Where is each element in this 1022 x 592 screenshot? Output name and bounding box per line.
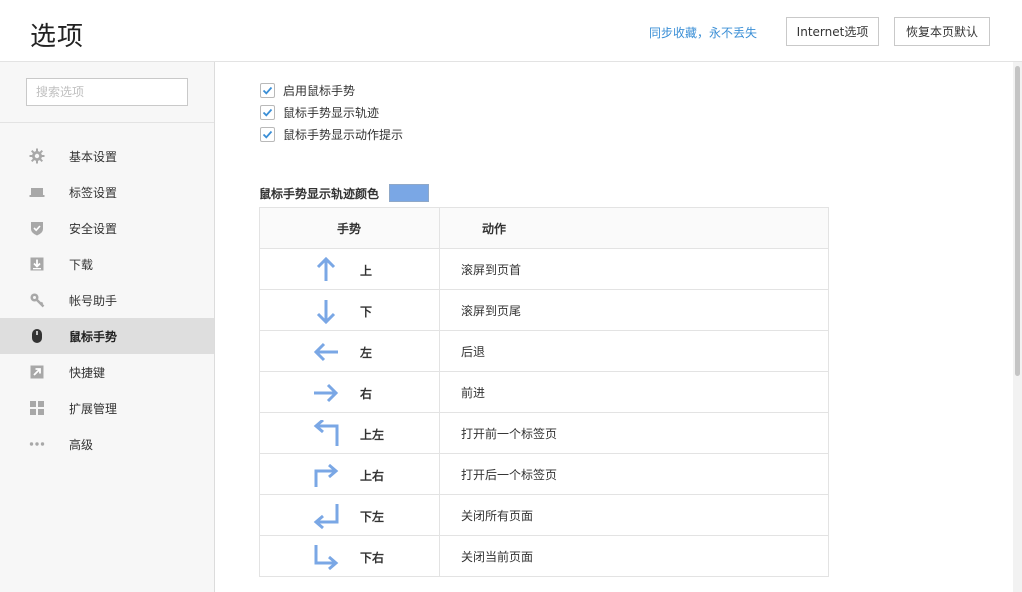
header: 选项 同步收藏，永不丢失 Internet选项 恢复本页默认 [0,0,1022,62]
sidebar-item-download[interactable]: 下载 [0,246,214,282]
sidebar-item-label: 标签设置 [69,186,118,200]
action-cell: 打开前一个标签页 [439,412,829,454]
table-row: 下 滚屏到页尾 [259,289,829,331]
more-icon [29,442,45,446]
sidebar-item-label: 快捷键 [69,366,106,380]
gesture-cell: 右 [259,371,440,413]
gear-icon [29,148,45,164]
gesture-name: 下右 [360,551,385,565]
gesture-table: 手势 动作 上 滚屏到页首 下 滚屏到页尾 左 后退 右 前进 上左 打开前一个… [259,207,829,577]
table-row: 下右 关闭当前页面 [259,535,829,577]
sidebar-divider [0,122,214,123]
checkbox-label: 启用鼠标手势 [283,83,356,98]
gesture-name: 左 [360,346,373,360]
sidebar-item-shortcuts[interactable]: 快捷键 [0,354,214,390]
checkbox-box[interactable] [260,126,275,142]
table-row: 右 前进 [259,371,829,413]
arrow-down-right-icon [314,545,339,571]
checkbox-label: 鼠标手势显示轨迹 [283,105,380,120]
mouse-icon [32,329,42,343]
sidebar-item-label: 扩展管理 [69,402,118,416]
sidebar-item-label: 基本设置 [69,150,118,164]
sync-link[interactable]: 同步收藏，永不丢失 [649,24,757,41]
gesture-cell: 下右 [259,535,440,577]
checkmark-icon [262,108,273,117]
checkbox-box[interactable] [260,82,275,98]
trail-color-row: 鼠标手势显示轨迹颜色 [259,184,430,202]
internet-options-button[interactable]: Internet选项 [786,17,879,46]
arrow-down-icon [316,300,336,325]
arrow-right-icon [314,383,339,403]
arrow-up-left-icon [313,420,339,446]
enable-gestures-checkbox[interactable]: 启用鼠标手势 [260,82,355,98]
gesture-cell: 上左 [259,412,440,454]
arrow-up-icon [316,256,336,281]
checkmark-icon [262,86,273,95]
column-header-gesture: 手势 [259,207,440,249]
key-icon [30,293,45,308]
checkmark-icon [262,130,273,139]
main-content: 启用鼠标手势 鼠标手势显示轨迹 鼠标手势显示动作提示 鼠标手势显示轨迹颜色 手势… [216,62,1012,592]
search-input[interactable] [26,78,188,106]
checkbox-label: 鼠标手势显示动作提示 [283,127,404,142]
shield-icon [31,222,43,236]
action-cell: 后退 [439,330,829,372]
sidebar-item-extensions[interactable]: 扩展管理 [0,390,214,426]
gesture-cell: 下 [259,289,440,331]
download-icon [30,257,44,271]
table-row: 上右 打开后一个标签页 [259,453,829,495]
show-action-hint-checkbox[interactable]: 鼠标手势显示动作提示 [260,126,403,142]
table-row: 上 滚屏到页首 [259,248,829,290]
sidebar-item-label: 高级 [69,438,94,452]
trail-color-label: 鼠标手势显示轨迹颜色 [259,186,380,201]
gesture-name: 上左 [360,428,385,442]
sidebar: 基本设置 标签设置 安全设置 下载 [0,62,215,592]
sidebar-item-tab-settings[interactable]: 标签设置 [0,174,214,210]
gesture-name: 下 [360,305,373,319]
gesture-name: 上右 [360,469,385,483]
action-cell: 打开后一个标签页 [439,453,829,495]
page-title: 选项 [30,22,85,52]
sidebar-item-label: 下载 [69,258,94,272]
arrow-down-left-icon [313,504,339,530]
table-row: 上左 打开前一个标签页 [259,412,829,454]
gesture-name: 上 [360,264,373,278]
action-cell: 滚屏到页尾 [439,289,829,331]
shortcut-icon [30,365,44,379]
checkbox-box[interactable] [260,104,275,120]
extensions-icon [30,401,44,415]
sidebar-nav: 基本设置 标签设置 安全设置 下载 帐号助手 鼠标手势 快捷键 扩展管理 高级 [0,138,214,462]
column-header-action: 动作 [439,207,829,249]
gesture-cell: 上 [259,248,440,290]
sidebar-item-security-settings[interactable]: 安全设置 [0,210,214,246]
sidebar-item-basic-settings[interactable]: 基本设置 [0,138,214,174]
action-cell: 滚屏到页首 [439,248,829,290]
trail-color-swatch[interactable] [389,184,430,202]
gesture-name: 下左 [360,510,385,524]
sidebar-item-mouse-gestures[interactable]: 鼠标手势 [0,318,214,354]
sidebar-item-advanced[interactable]: 高级 [0,426,214,462]
scrollbar-thumb[interactable] [1015,66,1020,376]
main-scrollbar[interactable] [1013,62,1022,592]
action-cell: 前进 [439,371,829,413]
gesture-cell: 下左 [259,494,440,536]
table-row: 左 后退 [259,330,829,372]
sidebar-item-label: 安全设置 [69,222,118,236]
gesture-cell: 左 [259,330,440,372]
tab-icon [29,188,45,197]
action-cell: 关闭所有页面 [439,494,829,536]
arrow-left-icon [313,342,338,362]
reset-defaults-button[interactable]: 恢复本页默认 [894,17,990,46]
action-cell: 关闭当前页面 [439,535,829,577]
sidebar-item-label: 鼠标手势 [69,330,118,344]
gesture-name: 右 [360,387,373,401]
arrow-up-right-icon [314,463,339,487]
sidebar-item-label: 帐号助手 [69,294,118,308]
table-row: 下左 关闭所有页面 [259,494,829,536]
gesture-cell: 上右 [259,453,440,495]
sidebar-item-account-assistant[interactable]: 帐号助手 [0,282,214,318]
show-trail-checkbox[interactable]: 鼠标手势显示轨迹 [260,104,379,120]
table-header-row: 手势 动作 [259,207,829,249]
